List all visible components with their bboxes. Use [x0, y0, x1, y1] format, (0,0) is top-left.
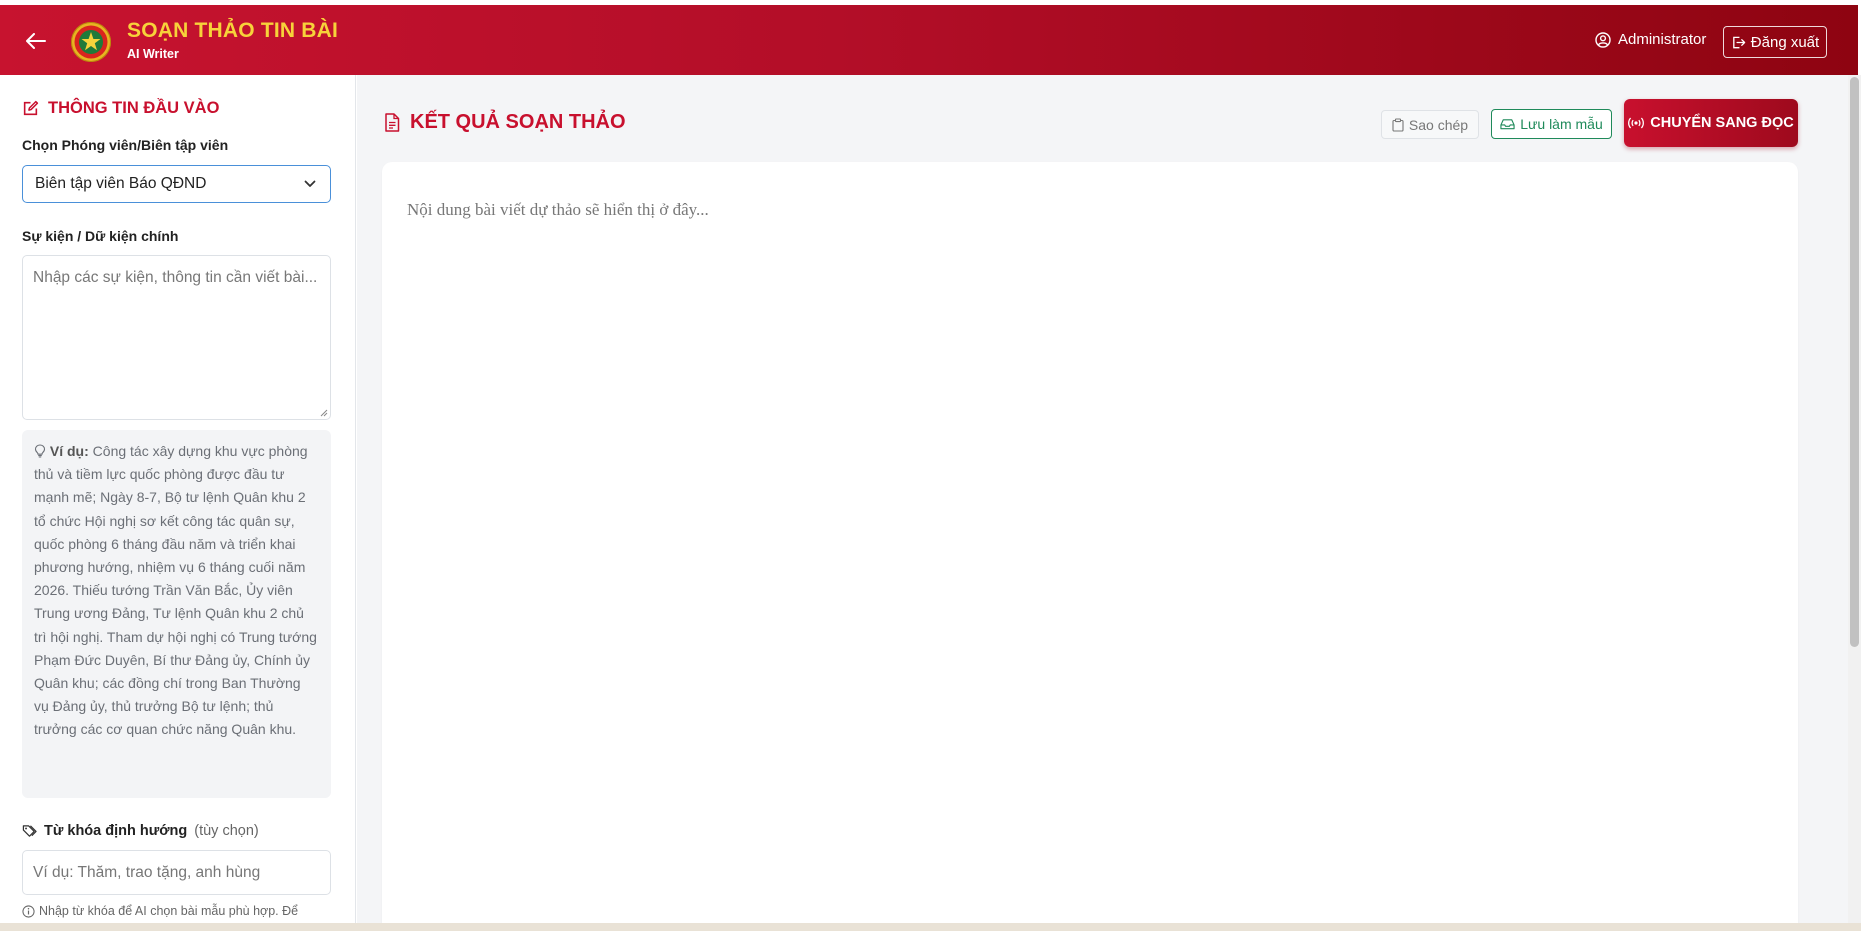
reporter-select[interactable]: Biên tập viên Báo QĐND: [22, 165, 331, 203]
user-circle-icon: [1595, 31, 1611, 48]
example-hint-box: Ví dụ: Công tác xây dựng khu vực phòng t…: [22, 430, 331, 798]
reporter-selected-value: Biên tập viên Báo QĐND: [35, 175, 207, 192]
user-menu[interactable]: Administrator: [1595, 31, 1706, 48]
example-text: Công tác xây dựng khu vực phòng thủ và t…: [34, 443, 317, 738]
copy-button[interactable]: Sao chép: [1381, 110, 1479, 139]
save-template-button[interactable]: Lưu làm mẫu: [1491, 109, 1612, 139]
draft-editor[interactable]: Nội dung bài viết dự thảo sẽ hiển thị ở …: [382, 162, 1798, 931]
app-window: SOẠN THẢO TIN BÀI AI Writer Administrato…: [0, 0, 1861, 931]
app-title: SOẠN THẢO TIN BÀI: [127, 19, 339, 42]
facts-textarea[interactable]: Nhập các sự kiện, thông tin cần viết bài…: [22, 255, 331, 420]
document-text-icon: [385, 113, 400, 132]
chevron-down-icon: [304, 180, 316, 187]
keywords-placeholder: Ví dụ: Thăm, trao tặng, anh hùng: [33, 863, 261, 881]
keywords-hint: Nhập từ khóa để AI chọn bài mẫu phù hợp.…: [22, 902, 332, 920]
logout-button[interactable]: Đăng xuất: [1723, 26, 1827, 58]
switch-to-reading-button[interactable]: CHUYỂN SANG ĐỌC: [1624, 99, 1798, 147]
app-subtitle: AI Writer: [127, 47, 179, 61]
inbox-save-icon: [1500, 119, 1515, 130]
bottom-edge: [0, 923, 1861, 931]
back-button[interactable]: [22, 27, 50, 55]
tags-icon: [22, 825, 37, 837]
lightbulb-icon: [34, 444, 46, 458]
top-header: SOẠN THẢO TIN BÀI AI Writer Administrato…: [0, 5, 1858, 75]
editor-placeholder: Nội dung bài viết dự thảo sẽ hiển thị ở …: [407, 200, 709, 219]
resize-handle-icon[interactable]: [319, 408, 328, 417]
example-prefix: Ví dụ:: [49, 443, 89, 459]
facts-label: Sự kiện / Dữ kiện chính: [22, 228, 179, 244]
clipboard-icon: [1392, 117, 1404, 132]
arrow-left-icon: [26, 33, 46, 49]
logout-icon: [1732, 36, 1746, 48]
result-section-title: KẾT QUẢ SOẠN THẢO: [384, 111, 626, 134]
facts-placeholder: Nhập các sự kiện, thông tin cần viết bài…: [33, 269, 318, 286]
keywords-optional-note: (tùy chọn): [194, 823, 259, 839]
logout-label: Đăng xuất: [1750, 33, 1820, 51]
input-panel: THÔNG TIN ĐẦU VÀO Chọn Phóng viên/Biên t…: [0, 75, 356, 931]
reporter-label: Chọn Phóng viên/Biên tập viên: [22, 137, 229, 153]
keywords-input[interactable]: Ví dụ: Thăm, trao tặng, anh hùng: [22, 850, 331, 895]
scrollbar-thumb[interactable]: [1850, 77, 1859, 647]
page-scrollbar[interactable]: [1848, 75, 1861, 931]
edit-square-icon: [23, 100, 39, 116]
result-panel: KẾT QUẢ SOẠN THẢO Sao chép Lưu làm mẫu C…: [357, 75, 1858, 931]
broadcast-icon: [1628, 117, 1645, 129]
emblem-logo: [71, 22, 111, 62]
user-name: Administrator: [1618, 31, 1707, 48]
info-circle-icon: [22, 905, 35, 918]
keywords-label: Từ khóa định hướng (tùy chọn): [22, 823, 259, 839]
input-section-title: THÔNG TIN ĐẦU VÀO: [22, 99, 219, 118]
